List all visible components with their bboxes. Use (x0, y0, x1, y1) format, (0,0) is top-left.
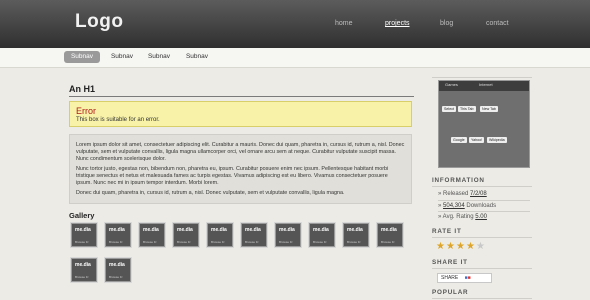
logo[interactable]: Logo (75, 11, 123, 33)
screenshot-bar-label: Games (445, 82, 458, 87)
gallery-thumbnail[interactable]: me.dia Browse Fr (275, 223, 301, 247)
star-icon[interactable]: ★ (466, 242, 475, 252)
information-heading: INFORMATION (432, 177, 485, 184)
error-text: This box is suitable for an error. (76, 117, 160, 123)
thumbnail-title: me.dia (279, 227, 295, 233)
screenshot-button: Wikipedia (487, 137, 507, 143)
gallery-thumbnail[interactable]: me.dia Browse Fr (105, 223, 131, 247)
screenshot-toolbar: Games Internet (439, 81, 529, 91)
thumbnail-caption: Browse Fr (347, 240, 361, 244)
sidebar-divider (432, 237, 532, 238)
title-divider (69, 96, 414, 97)
subnav-bar: Subnav Subnav Subnav Subnav (0, 48, 590, 68)
sidebar-divider (432, 77, 532, 78)
star-icon[interactable]: ★ (446, 242, 455, 252)
thumbnail-caption: Browse Fr (75, 240, 89, 244)
subnav-item-4[interactable]: Subnav (180, 51, 214, 63)
info-downloads: » 504,304 Downloads (438, 203, 496, 209)
thumbnail-title: me.dia (177, 227, 193, 233)
product-screenshot[interactable]: Games Internet Select This Tab New Tab G… (438, 80, 530, 168)
sidebar-divider (438, 211, 530, 212)
nav-home-link[interactable]: home (335, 20, 353, 27)
rating-value[interactable]: 5.00 (475, 214, 487, 220)
share-icons: ■ (467, 275, 471, 281)
screenshot-button: Google (451, 137, 467, 143)
thumbnail-title: me.dia (211, 227, 227, 233)
gallery-thumbnail[interactable]: me.dia Browse Fr (71, 258, 97, 282)
subnav-item-2[interactable]: Subnav (105, 51, 139, 63)
popular-heading: POPULAR (432, 289, 469, 296)
released-label: » Released (438, 191, 469, 197)
sidebar-divider (432, 298, 532, 299)
thumbnail-title: me.dia (109, 262, 125, 268)
downloads-value[interactable]: 504,304 (443, 203, 465, 209)
screenshot-button: Yahoo! (469, 137, 485, 143)
star-icon[interactable]: ★ (456, 242, 465, 252)
gallery-thumbnail[interactable]: me.dia Browse Fr (173, 223, 199, 247)
thumbnail-caption: Browse Fr (143, 240, 157, 244)
thumbnail-caption: Browse Fr (245, 240, 259, 244)
gallery-title: Gallery (69, 211, 95, 220)
thumbnail-caption: Browse Fr (381, 240, 395, 244)
paragraph: Lorem ipsum dolor sit amet, consectetuer… (76, 142, 405, 162)
rating-label: » Avg. Rating (438, 214, 474, 220)
info-rating: » Avg. Rating 5.00 (438, 214, 487, 220)
thumbnail-title: me.dia (109, 227, 125, 233)
thumbnail-title: me.dia (245, 227, 261, 233)
thumbnail-title: me.dia (75, 227, 91, 233)
thumbnail-caption: Browse Fr (313, 240, 327, 244)
sidebar-divider (438, 200, 530, 201)
info-released: » Released 7/2/08 (438, 191, 487, 197)
share-button[interactable]: SHARE ■■ (437, 273, 492, 283)
released-value[interactable]: 7/2/08 (470, 191, 487, 197)
error-title: Error (76, 106, 96, 116)
star-icon[interactable]: ★ (436, 242, 445, 252)
screenshot-button: This Tab (458, 106, 476, 112)
share-it-heading: SHARE IT (432, 259, 468, 266)
star-icon[interactable]: ★ (476, 242, 485, 252)
share-label: SHARE (441, 275, 459, 281)
thumbnail-title: me.dia (143, 227, 159, 233)
thumbnail-caption: Browse Fr (75, 275, 89, 279)
nav-projects-link[interactable]: projects (385, 20, 410, 27)
thumbnail-title: me.dia (75, 262, 91, 268)
thumbnail-caption: Browse Fr (211, 240, 225, 244)
gallery-thumbnail[interactable]: me.dia Browse Fr (105, 258, 131, 282)
paragraph: Nunc tortor justo, egestas non, bibendum… (76, 166, 389, 186)
paragraph: Donec dui quam, pharetra in, cursus id, … (76, 190, 345, 196)
sidebar-divider (432, 268, 532, 269)
page-title: An H1 (69, 84, 96, 94)
screenshot-button: New Tab (480, 106, 498, 112)
gallery-thumbnail[interactable]: me.dia Browse Fr (309, 223, 335, 247)
rate-it-heading: RATE IT (432, 228, 462, 235)
thumbnail-caption: Browse Fr (279, 240, 293, 244)
thumbnail-title: me.dia (313, 227, 329, 233)
screenshot-button: Select (442, 106, 456, 112)
header: Logo home projects blog contact (0, 0, 590, 48)
downloads-label: Downloads (466, 203, 497, 209)
gallery-thumbnail[interactable]: me.dia Browse Fr (139, 223, 165, 247)
thumbnail-title: me.dia (381, 227, 397, 233)
content-box: Lorem ipsum dolor sit amet, consectetuer… (69, 134, 412, 204)
gallery-thumbnail[interactable]: me.dia Browse Fr (377, 223, 403, 247)
subnav-item-1[interactable]: Subnav (64, 51, 100, 63)
subnav-item-3[interactable]: Subnav (142, 51, 176, 63)
thumbnail-caption: Browse Fr (177, 240, 191, 244)
screenshot-bar-label: Internet (479, 82, 493, 87)
gallery-thumbnail[interactable]: me.dia Browse Fr (343, 223, 369, 247)
gallery-thumbnail[interactable]: me.dia Browse Fr (207, 223, 233, 247)
sidebar-divider (432, 186, 532, 187)
thumbnail-title: me.dia (347, 227, 363, 233)
error-box: Error This box is suitable for an error. (69, 101, 412, 127)
nav-blog-link[interactable]: blog (440, 20, 453, 27)
thumbnail-caption: Browse Fr (109, 240, 123, 244)
nav-contact-link[interactable]: contact (486, 20, 509, 27)
thumbnail-caption: Browse Fr (109, 275, 123, 279)
gallery-thumbnail[interactable]: me.dia Browse Fr (71, 223, 97, 247)
gallery-thumbnail[interactable]: me.dia Browse Fr (241, 223, 267, 247)
